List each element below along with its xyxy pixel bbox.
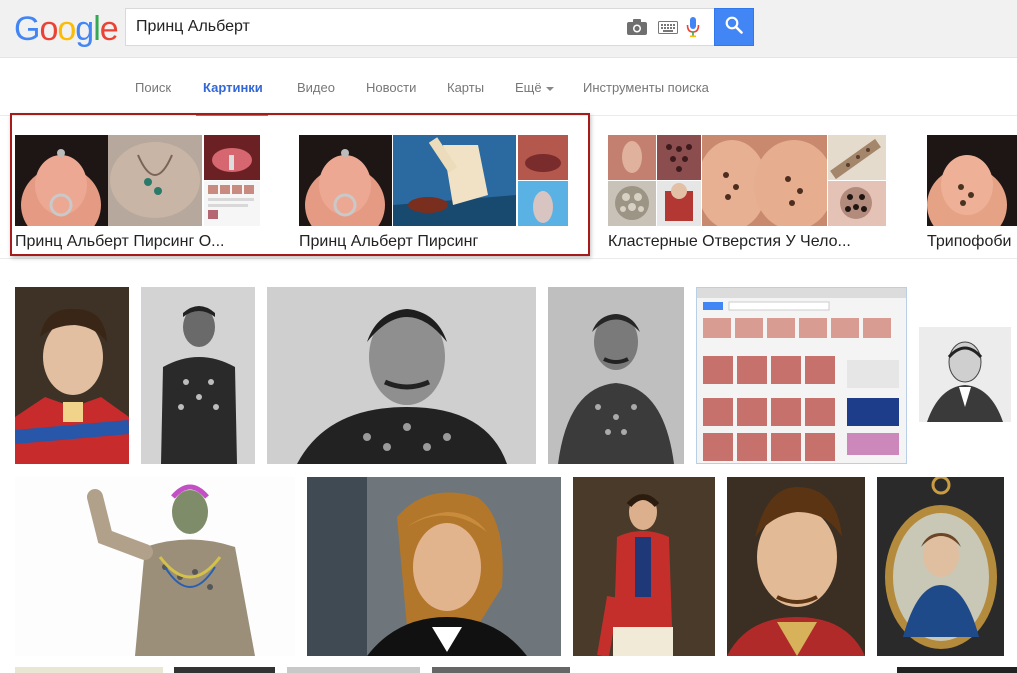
related-card[interactable]: Трипофоби — [927, 135, 1017, 255]
search-query[interactable]: Принц Альберт — [136, 18, 250, 36]
related-card[interactable]: Принц Альберт Пирсинг О... — [15, 135, 270, 255]
tab-video[interactable]: Видео — [297, 80, 335, 95]
image-result[interactable] — [727, 477, 865, 656]
related-thumbnail — [204, 135, 260, 180]
related-thumbnail — [299, 135, 392, 226]
image-result[interactable] — [141, 287, 255, 464]
related-thumbnail — [828, 181, 886, 226]
tab-news[interactable]: Новости — [366, 80, 416, 95]
camera-icon[interactable] — [626, 18, 648, 41]
related-thumbnail — [204, 181, 260, 226]
search-icon — [725, 16, 743, 39]
image-result[interactable] — [573, 477, 715, 656]
related-thumbnail — [15, 135, 108, 226]
related-card[interactable]: Принц Альберт Пирсинг — [299, 135, 569, 255]
related-thumbnail — [657, 181, 701, 226]
image-result[interactable] — [267, 287, 536, 464]
tab-maps[interactable]: Карты — [447, 80, 484, 95]
related-thumbnail — [108, 135, 202, 226]
tab-images[interactable]: Картинки — [203, 80, 263, 95]
related-card-label: Принц Альберт Пирсинг О... — [15, 233, 225, 250]
related-card[interactable]: Кластерные Отверстия У Чело... — [608, 135, 888, 255]
image-result[interactable] — [897, 667, 1017, 673]
image-result[interactable] — [15, 287, 129, 464]
image-result[interactable] — [919, 327, 1011, 422]
related-thumbnail — [927, 135, 1017, 226]
related-thumbnail — [828, 135, 886, 180]
image-result[interactable] — [15, 667, 163, 673]
search-button[interactable] — [714, 8, 754, 46]
related-thumbnail — [657, 135, 701, 180]
related-thumbnail — [518, 135, 568, 180]
image-result[interactable] — [174, 667, 275, 673]
keyboard-icon[interactable] — [658, 21, 678, 39]
search-tools-button[interactable]: Инструменты поиска — [583, 80, 709, 95]
image-result[interactable] — [877, 477, 1004, 656]
image-result[interactable] — [548, 287, 684, 464]
header: Google Принц Альберт — [0, 0, 1017, 58]
image-result[interactable] — [15, 477, 295, 656]
related-thumbnail — [608, 181, 656, 226]
related-searches: Принц Альберт Пирсинг О... Принц Альберт… — [0, 117, 1017, 259]
related-thumbnail — [702, 135, 827, 226]
related-thumbnail — [518, 181, 568, 226]
image-result[interactable] — [287, 667, 420, 673]
related-card-label: Трипофоби — [927, 233, 1012, 250]
chevron-down-icon — [545, 86, 554, 91]
tab-more[interactable]: Ещё — [515, 80, 554, 95]
tab-more-label: Ещё — [515, 80, 542, 95]
google-logo[interactable]: Google — [14, 10, 119, 49]
related-card-label: Кластерные Отверстия У Чело... — [608, 233, 851, 250]
search-tabs: Поиск Картинки Видео Новости Карты Ещё И… — [0, 58, 1017, 116]
image-result[interactable] — [696, 287, 907, 464]
related-thumbnail — [608, 135, 656, 180]
related-thumbnail — [393, 135, 516, 226]
image-result[interactable] — [432, 667, 570, 673]
active-tab-indicator — [196, 113, 268, 116]
image-result[interactable] — [307, 477, 561, 656]
tab-search[interactable]: Поиск — [135, 80, 171, 95]
related-card-label: Принц Альберт Пирсинг — [299, 233, 479, 250]
microphone-icon[interactable] — [686, 16, 700, 43]
search-input[interactable]: Принц Альберт — [125, 8, 714, 46]
